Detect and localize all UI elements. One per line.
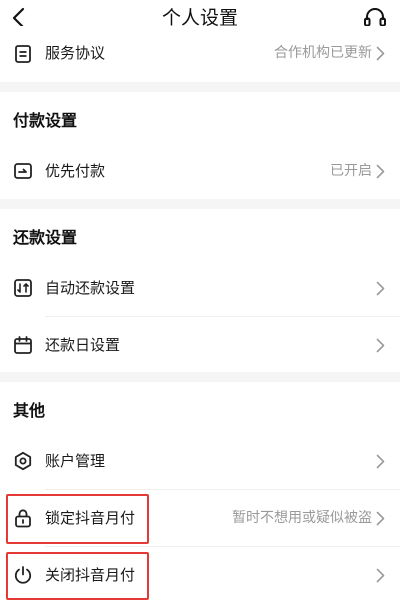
document-icon <box>15 45 31 63</box>
highlight-box-close <box>6 552 149 600</box>
chevron-right-icon <box>376 338 385 353</box>
section-title-repayment: 还款设置 <box>13 228 78 247</box>
row-label: 优先付款 <box>45 162 106 180</box>
row-label: 还款日设置 <box>45 336 121 354</box>
chevron-right-icon <box>376 511 385 526</box>
payment-settings-card: 付款设置 优先付款 已开启 <box>0 92 400 199</box>
section-title-payment: 付款设置 <box>13 111 78 130</box>
chevron-right-icon <box>376 46 385 61</box>
agreement-card: 服务协议 合作机构已更新 <box>0 26 400 82</box>
auto-repay-icon <box>14 279 32 297</box>
row-label: 服务协议 <box>45 44 106 62</box>
row-status: 暂时不想用或疑似被盗 <box>232 510 372 526</box>
chevron-right-icon <box>376 568 385 583</box>
priority-pay-icon <box>14 163 32 179</box>
row-status: 合作机构已更新 <box>274 45 372 61</box>
row-label: 自动还款设置 <box>45 279 136 297</box>
row-status: 已开启 <box>330 163 372 179</box>
highlight-box-lock <box>6 494 149 544</box>
row-priority-payment[interactable]: 优先付款 已开启 <box>0 143 400 199</box>
row-account-management[interactable]: 账户管理 <box>0 433 400 489</box>
chevron-right-icon <box>376 281 385 296</box>
row-repayment-day[interactable]: 还款日设置 <box>0 317 400 373</box>
row-service-agreement[interactable]: 服务协议 合作机构已更新 <box>0 26 400 82</box>
section-title-other: 其他 <box>13 401 46 420</box>
chevron-right-icon <box>376 164 385 179</box>
account-hexagon-icon <box>14 451 32 471</box>
row-label: 账户管理 <box>45 452 106 470</box>
repayment-settings-card: 还款设置 自动还款设置 还款日设置 <box>0 209 400 372</box>
chevron-right-icon <box>376 454 385 469</box>
row-auto-repayment[interactable]: 自动还款设置 <box>0 260 400 316</box>
calendar-icon <box>14 336 32 354</box>
